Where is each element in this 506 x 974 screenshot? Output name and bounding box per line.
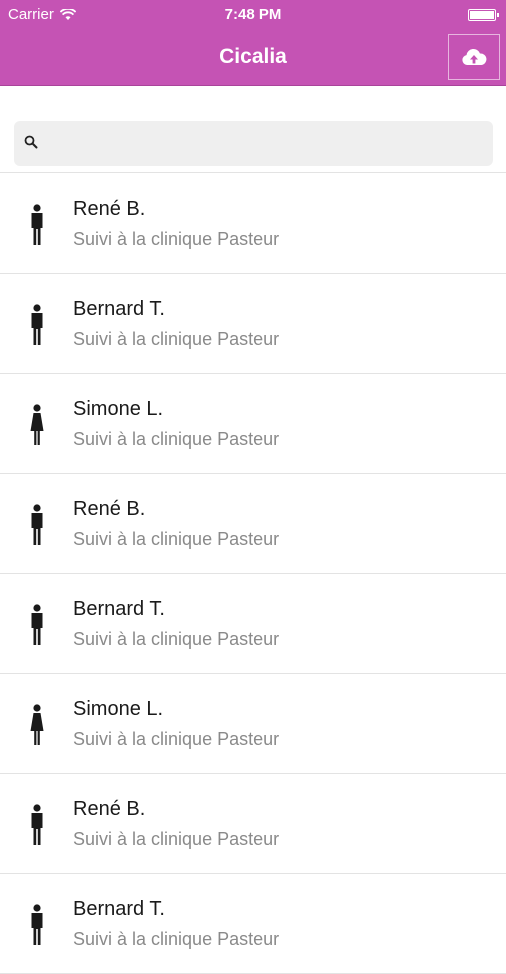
list-item[interactable]: Bernard T. Suivi à la clinique Pasteur xyxy=(0,274,506,374)
search-bar[interactable] xyxy=(14,121,493,166)
man-icon xyxy=(26,804,48,846)
clock: 7:48 PM xyxy=(224,6,282,23)
search-section xyxy=(0,86,506,173)
status-bar: Carrier 7:48 PM xyxy=(0,0,506,28)
patient-subtitle: Suivi à la clinique Pasteur xyxy=(73,529,280,549)
man-icon xyxy=(26,604,48,646)
patient-subtitle: Suivi à la clinique Pasteur xyxy=(73,729,280,749)
woman-icon xyxy=(26,704,48,746)
upload-button[interactable] xyxy=(448,34,500,80)
list-item[interactable]: René B. Suivi à la clinique Pasteur xyxy=(0,474,506,574)
man-icon xyxy=(26,204,48,246)
patient-list: René B. Suivi à la clinique Pasteur Bernar… xyxy=(0,174,506,974)
patient-subtitle: Suivi à la clinique Pasteur xyxy=(73,229,280,249)
patient-subtitle: Suivi à la clinique Pasteur xyxy=(73,629,280,649)
search-icon xyxy=(24,135,38,149)
man-icon xyxy=(26,504,48,546)
man-icon xyxy=(26,304,48,346)
patient-name: Bernard T. xyxy=(73,898,165,920)
patient-subtitle: Suivi à la clinique Pasteur xyxy=(73,429,280,449)
nav-header: Carrier 7:48 PM Cicalia xyxy=(0,0,506,86)
woman-icon xyxy=(26,404,48,446)
search-input[interactable] xyxy=(50,129,484,159)
patient-name: René B. xyxy=(73,198,146,220)
list-item[interactable]: René B. Suivi à la clinique Pasteur xyxy=(0,774,506,874)
patient-name: Simone L. xyxy=(73,398,164,420)
battery-icon xyxy=(468,9,499,21)
list-item[interactable]: Simone L. Suivi à la clinique Pasteur xyxy=(0,374,506,474)
patient-subtitle: Suivi à la clinique Pasteur xyxy=(73,329,280,349)
patient-subtitle: Suivi à la clinique Pasteur xyxy=(73,829,280,849)
patient-name: René B. xyxy=(73,498,146,520)
page-title: Cicalia xyxy=(219,45,287,68)
patient-subtitle: Suivi à la clinique Pasteur xyxy=(73,929,280,949)
man-icon xyxy=(26,904,48,946)
list-item[interactable]: Bernard T. Suivi à la clinique Pasteur xyxy=(0,874,506,974)
patient-name: Simone L. xyxy=(73,698,164,720)
patient-name: Bernard T. xyxy=(73,298,165,320)
list-item[interactable]: Simone L. Suivi à la clinique Pasteur xyxy=(0,674,506,774)
cloud-upload-icon xyxy=(462,48,487,65)
list-item[interactable]: Bernard T. Suivi à la clinique Pasteur xyxy=(0,574,506,674)
patient-name: René B. xyxy=(73,798,146,820)
list-item[interactable]: René B. Suivi à la clinique Pasteur xyxy=(0,174,506,274)
patient-name: Bernard T. xyxy=(73,598,165,620)
